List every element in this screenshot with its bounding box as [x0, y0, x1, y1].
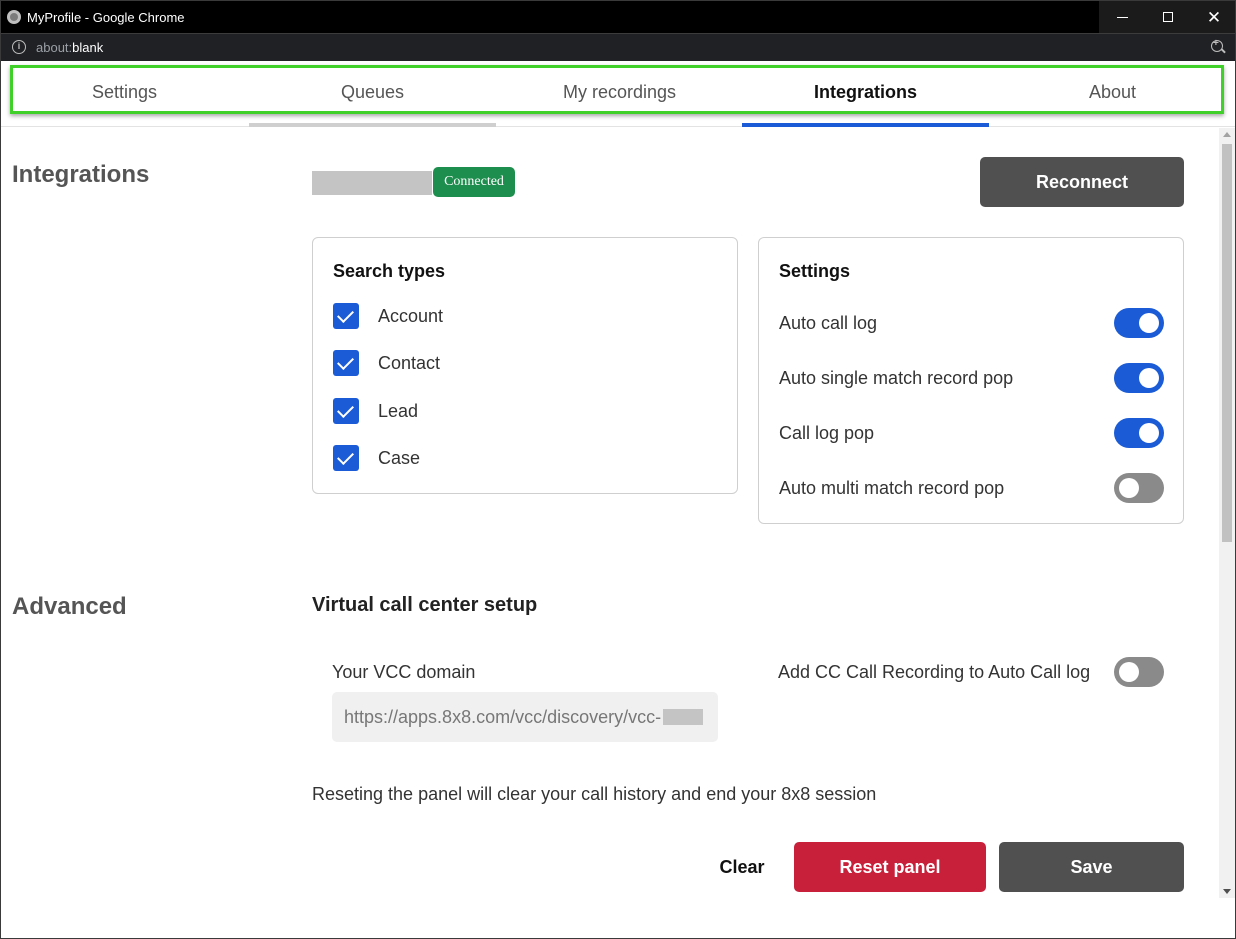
setting-label: Call log pop	[779, 423, 875, 443]
cc-recording-toggle[interactable]	[1114, 657, 1164, 687]
title-bar: MyProfile - Google Chrome ✕	[1, 1, 1235, 33]
checkbox-checked-icon[interactable]	[333, 398, 359, 424]
url-scheme: about:	[36, 40, 73, 55]
auto-call-log-toggle[interactable]	[1114, 308, 1164, 338]
scroll-up-arrow-icon[interactable]	[1223, 132, 1231, 137]
scroll-thumb[interactable]	[1222, 144, 1232, 542]
address-url[interactable]: about:blank	[36, 40, 103, 55]
setting-auto-multi-match: Auto multi match record pop	[779, 473, 1164, 503]
chrome-icon	[7, 10, 21, 24]
setting-label: Auto multi match record pop	[779, 478, 1005, 498]
reset-panel-button[interactable]: Reset panel	[794, 842, 986, 892]
tab-hover-indicator	[249, 123, 496, 127]
search-type-contact[interactable]: Contact	[333, 350, 713, 376]
search-types-title: Search types	[333, 261, 446, 281]
window-title: MyProfile - Google Chrome	[27, 10, 185, 25]
checkbox-checked-icon[interactable]	[333, 303, 359, 329]
settings-card: Settings Auto call log Auto single match…	[758, 237, 1184, 524]
setting-label: Auto call log	[779, 313, 878, 333]
search-type-label: Case	[378, 447, 421, 468]
close-icon: ✕	[1206, 7, 1222, 27]
tab-settings[interactable]: Settings	[1, 61, 248, 123]
close-button[interactable]: ✕	[1191, 1, 1235, 33]
scroll-down-arrow-icon[interactable]	[1223, 889, 1231, 894]
minimize-icon	[1116, 16, 1128, 18]
reset-note: Reseting the panel will clear your call …	[312, 784, 877, 804]
setting-label: Auto single match record pop	[779, 368, 1014, 388]
status-badge: Connected	[433, 167, 515, 197]
advanced-heading: Advanced	[12, 593, 127, 620]
address-bar[interactable]: i about:blank +	[1, 33, 1235, 61]
setting-auto-single-match: Auto single match record pop	[779, 363, 1164, 393]
tab-active-indicator	[742, 123, 989, 127]
auto-multi-match-toggle[interactable]	[1114, 473, 1164, 503]
zoom-icon[interactable]: +	[1211, 38, 1223, 52]
vcc-setup-title: Virtual call center setup	[312, 594, 538, 616]
clear-button[interactable]: Clear	[706, 855, 778, 879]
tab-my-recordings[interactable]: My recordings	[496, 61, 743, 123]
save-button[interactable]: Save	[999, 842, 1184, 892]
search-type-label: Contact	[378, 352, 441, 373]
search-type-label: Account	[378, 305, 444, 326]
checkbox-checked-icon[interactable]	[333, 350, 359, 376]
redacted-integration-name	[312, 171, 432, 195]
call-log-pop-toggle[interactable]	[1114, 418, 1164, 448]
redacted-domain-suffix	[663, 709, 704, 725]
vertical-scrollbar[interactable]	[1219, 128, 1235, 898]
search-type-account[interactable]: Account	[333, 303, 713, 329]
maximize-icon	[1163, 12, 1173, 22]
search-types-card: Search types Account Contact Lead Case	[312, 237, 738, 494]
tab-queues[interactable]: Queues	[249, 61, 496, 123]
vcc-domain-value: https://apps.8x8.com/vcc/discovery/vcc-	[344, 706, 662, 727]
settings-title: Settings	[779, 261, 851, 281]
integrations-heading: Integrations	[12, 161, 150, 188]
tab-bar: Settings Queues My recordings Integratio…	[1, 61, 1235, 127]
auto-single-match-toggle[interactable]	[1114, 363, 1164, 393]
checkbox-checked-icon[interactable]	[333, 445, 359, 471]
minimize-button[interactable]	[1099, 1, 1145, 33]
cc-recording-label: Add CC Call Recording to Auto Call log	[778, 662, 1091, 682]
vcc-domain-label: Your VCC domain	[332, 662, 476, 682]
search-type-lead[interactable]: Lead	[333, 398, 713, 424]
maximize-button[interactable]	[1145, 1, 1191, 33]
tab-integrations[interactable]: Integrations	[742, 61, 989, 123]
tab-about[interactable]: About	[989, 61, 1235, 123]
setting-call-log-pop: Call log pop	[779, 418, 1164, 448]
setting-auto-call-log: Auto call log	[779, 308, 1164, 338]
browser-window: MyProfile - Google Chrome ✕ i about:blan…	[0, 0, 1236, 939]
vcc-domain-field[interactable]: https://apps.8x8.com/vcc/discovery/vcc-	[332, 692, 718, 742]
reconnect-button[interactable]: Reconnect	[980, 157, 1184, 207]
search-type-case[interactable]: Case	[333, 445, 713, 471]
search-type-label: Lead	[378, 400, 419, 421]
main-content: Integrations Connected Reconnect Search …	[1, 128, 1219, 898]
info-icon[interactable]: i	[12, 40, 26, 54]
url-host: blank	[72, 40, 104, 55]
